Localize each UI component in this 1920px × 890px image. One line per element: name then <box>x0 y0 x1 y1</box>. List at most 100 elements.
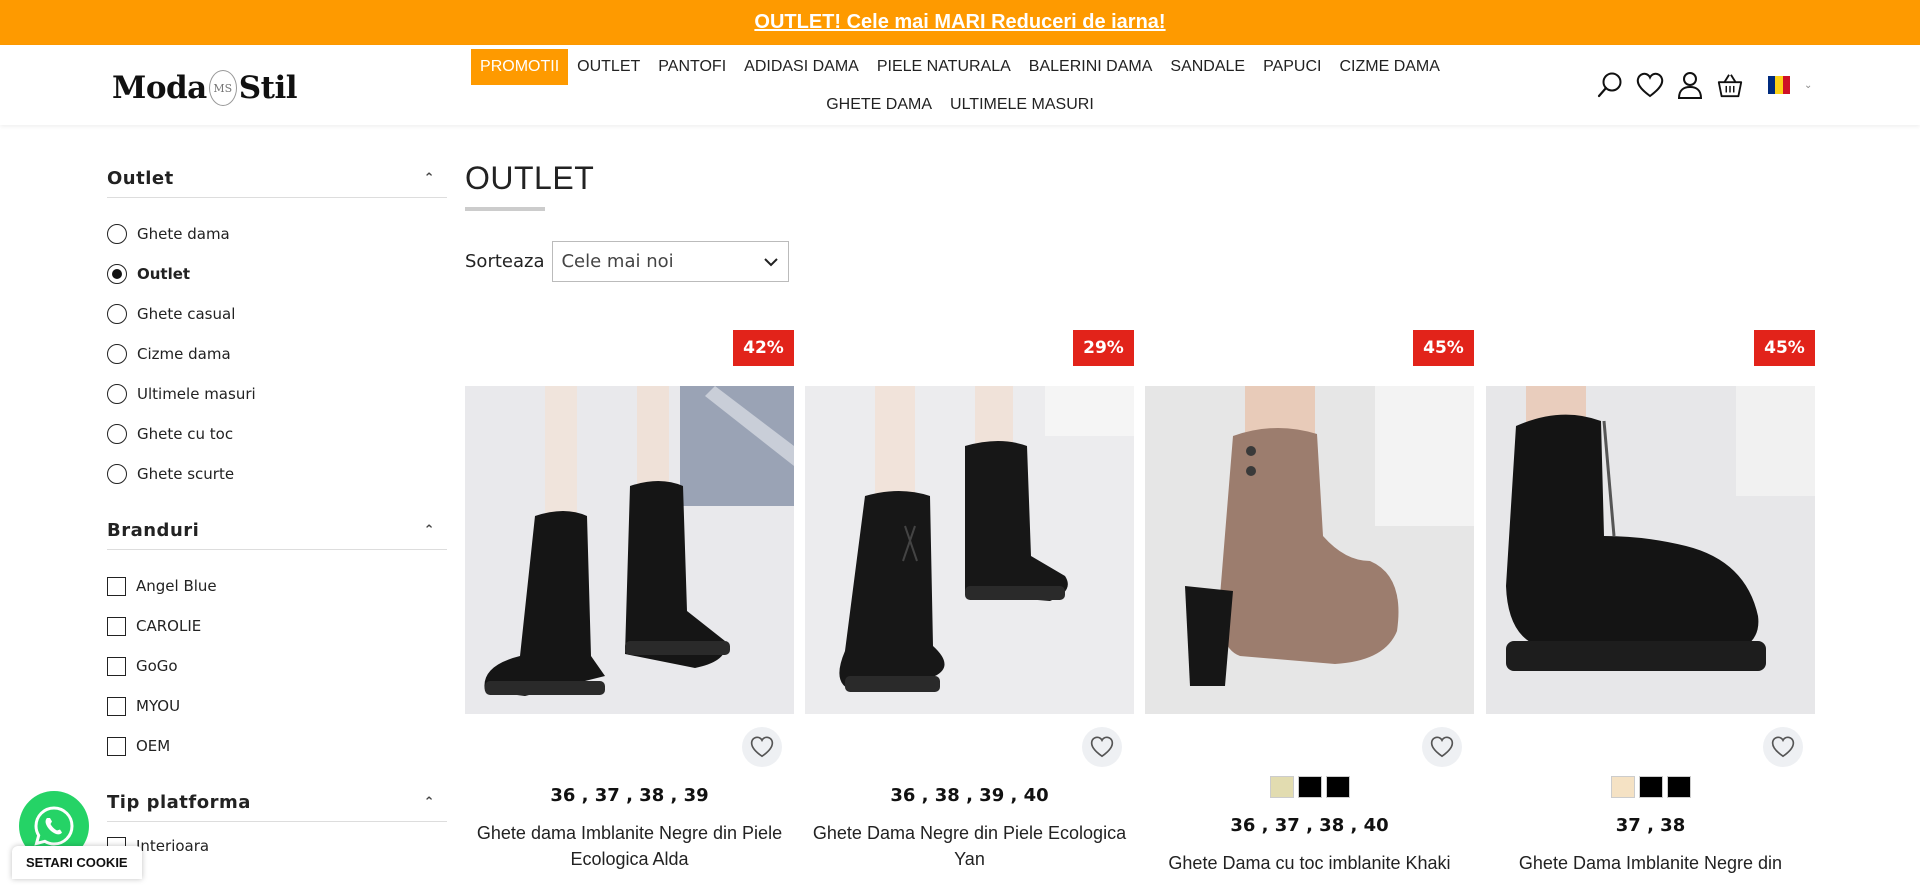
nav-item-cizme-dama[interactable]: CIZME DAMA <box>1330 49 1448 85</box>
radio-button[interactable] <box>107 304 127 324</box>
brand-option[interactable]: Angel Blue <box>107 566 447 606</box>
main-nav: PROMOTII OUTLET PANTOFI ADIDASI DAMA PIE… <box>430 48 1490 124</box>
user-icon[interactable] <box>1676 69 1704 101</box>
color-swatch-black[interactable] <box>1325 776 1350 798</box>
filter-option-label: Ghete casual <box>137 305 236 323</box>
filter-branduri: Branduri ⌃ Angel Blue CAROLIE GoGo MYOU … <box>107 512 447 766</box>
wishlist-button[interactable] <box>1082 727 1122 767</box>
filter-outlet-title: Outlet <box>107 168 174 189</box>
nav-item-sandale[interactable]: SANDALE <box>1161 49 1254 85</box>
filter-option[interactable]: Ghete casual <box>107 294 447 334</box>
promo-link[interactable]: OUTLET! Cele mai MARI Reduceri de iarna! <box>754 11 1165 34</box>
filter-option[interactable]: Ghete scurte <box>107 454 447 494</box>
product-name[interactable]: Ghete Dama Imblanite Negre din <box>1486 850 1815 876</box>
filter-branduri-header[interactable]: Branduri ⌃ <box>107 512 447 550</box>
nav-item-outlet[interactable]: OUTLET <box>568 49 649 85</box>
color-swatch-khaki[interactable] <box>1269 776 1294 798</box>
nav-item-ultimele-masuri[interactable]: ULTIMELE MASURI <box>941 87 1103 123</box>
site-header: Moda MS Stil PROMOTII OUTLET PANTOFI ADI… <box>0 45 1920 125</box>
product-image[interactable] <box>805 386 1134 714</box>
checkbox[interactable] <box>107 576 126 596</box>
product-name[interactable]: Ghete Dama cu toc imblanite Khaki <box>1145 850 1474 876</box>
color-swatch-black[interactable] <box>1638 776 1663 798</box>
nav-item-ghete-dama[interactable]: GHETE DAMA <box>817 87 941 123</box>
radio-button[interactable] <box>107 424 127 444</box>
site-logo[interactable]: Moda MS Stil <box>112 63 298 113</box>
discount-badge: 42% <box>733 330 794 366</box>
brand-option[interactable]: CAROLIE <box>107 606 447 646</box>
promo-bar: OUTLET! Cele mai MARI Reduceri de iarna! <box>0 0 1920 45</box>
product-sizes: 36 , 38 , 39 , 40 <box>890 785 1049 806</box>
search-icon[interactable] <box>1596 69 1624 101</box>
brand-option[interactable]: GoGo <box>107 646 447 686</box>
filter-option-selected[interactable]: Outlet <box>107 254 447 294</box>
sort-label: Sorteaza <box>465 251 545 272</box>
page-title: OUTLET <box>465 160 595 196</box>
chevron-up-icon[interactable]: ⌃ <box>424 523 435 538</box>
radio-button-checked[interactable] <box>107 264 127 284</box>
wishlist-button[interactable] <box>742 727 782 767</box>
platform-option-label: Interioara <box>136 837 210 855</box>
filter-platforma-header[interactable]: Tip platforma ⌃ <box>107 784 447 822</box>
color-swatch-black[interactable] <box>1666 776 1691 798</box>
product-image[interactable] <box>1486 386 1815 714</box>
filter-branduri-title: Branduri <box>107 520 200 541</box>
radio-button[interactable] <box>107 344 127 364</box>
filter-option[interactable]: Ghete cu toc <box>107 414 447 454</box>
product-image[interactable] <box>1145 386 1474 714</box>
wishlist-button[interactable] <box>1763 727 1803 767</box>
basket-icon[interactable] <box>1716 69 1744 101</box>
filter-outlet-options: Ghete dama Outlet Ghete casual Cizme dam… <box>107 198 447 494</box>
nav-item-adidasi-dama[interactable]: ADIDASI DAMA <box>735 49 868 85</box>
logo-text-left: Moda <box>112 70 207 106</box>
nav-item-balerini-dama[interactable]: BALERINI DAMA <box>1020 49 1162 85</box>
logo-mark: MS <box>208 70 237 106</box>
chevron-up-icon[interactable]: ⌃ <box>424 795 435 810</box>
checkbox[interactable] <box>107 736 126 756</box>
filter-platforma-title: Tip platforma <box>107 792 251 813</box>
heart-icon[interactable] <box>1636 69 1664 101</box>
brand-option-label: OEM <box>136 737 171 755</box>
wishlist-button[interactable] <box>1422 727 1462 767</box>
filter-option[interactable]: Ghete dama <box>107 214 447 254</box>
filter-outlet-header[interactable]: Outlet ⌃ <box>107 160 447 198</box>
product-name[interactable]: Ghete dama Imblanite Negre din Piele Eco… <box>465 820 794 872</box>
filter-option[interactable]: Cizme dama <box>107 334 447 374</box>
platform-option[interactable]: Interioara <box>107 834 447 858</box>
product-image[interactable] <box>465 386 794 714</box>
filter-option-label: Ghete cu toc <box>137 425 234 443</box>
filter-sidebar: Outlet ⌃ Ghete dama Outlet Ghete casual … <box>107 160 447 876</box>
chevron-up-icon[interactable]: ⌃ <box>424 171 435 186</box>
radio-button[interactable] <box>107 464 127 484</box>
sort-select[interactable]: Cele mai noi <box>552 241 790 282</box>
color-swatch-black[interactable] <box>1297 776 1322 798</box>
filter-outlet: Outlet ⌃ Ghete dama Outlet Ghete casual … <box>107 160 447 494</box>
checkbox[interactable] <box>107 656 126 676</box>
product-name[interactable]: Ghete Dama Negre din Piele Ecologica Yan <box>805 820 1134 872</box>
brand-option[interactable]: MYOU <box>107 686 447 726</box>
checkbox[interactable] <box>107 616 126 636</box>
brand-option[interactable]: OEM <box>107 726 447 766</box>
brand-option-label: MYOU <box>136 697 181 715</box>
radio-button[interactable] <box>107 224 127 244</box>
chevron-down-icon <box>764 251 779 272</box>
filter-option[interactable]: Ultimele masuri <box>107 374 447 414</box>
header-icons: ⌄ <box>1596 69 1812 101</box>
checkbox[interactable] <box>107 696 126 716</box>
filter-option-label: Ghete dama <box>137 225 230 243</box>
product-sizes: 36 , 37 , 38 , 39 <box>550 785 709 806</box>
nav-item-papuci[interactable]: PAPUCI <box>1254 49 1330 85</box>
cookie-settings-button[interactable]: SETARI COOKIE <box>12 846 142 879</box>
chevron-down-icon[interactable]: ⌄ <box>1804 80 1812 91</box>
product-listing: OUTLET Sorteaza Cele mai noi 42% 36 , 37… <box>465 160 1815 873</box>
filter-option-label: Ghete scurte <box>137 465 235 483</box>
discount-badge: 29% <box>1073 330 1134 366</box>
romania-flag-icon[interactable] <box>1768 76 1790 94</box>
color-swatch-beige[interactable] <box>1610 776 1635 798</box>
nav-item-promotii[interactable]: PROMOTII <box>471 49 569 85</box>
color-swatches <box>1486 776 1815 798</box>
nav-item-pantofi[interactable]: PANTOFI <box>649 49 735 85</box>
radio-button[interactable] <box>107 384 127 404</box>
filter-platforma: Tip platforma ⌃ Interioara <box>107 784 447 858</box>
nav-item-piele-naturala[interactable]: PIELE NATURALA <box>868 49 1020 85</box>
